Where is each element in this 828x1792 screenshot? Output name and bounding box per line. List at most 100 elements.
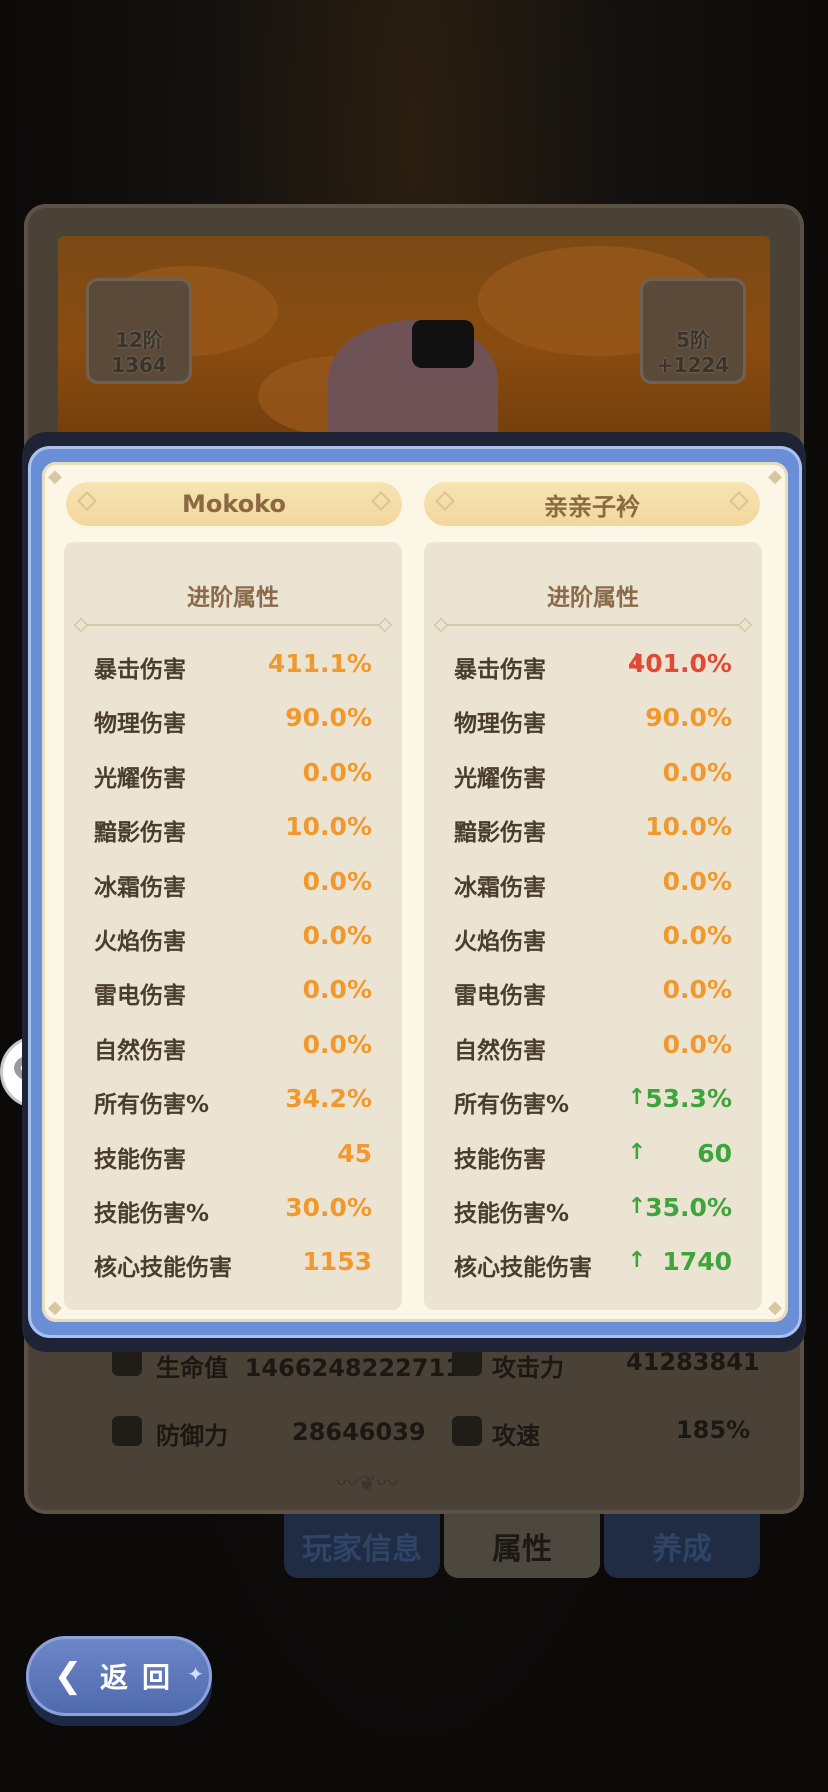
- right-stat-row: 雷电伤害 0.0%: [424, 964, 762, 1018]
- left-stat-label: 所有伤害%: [94, 1092, 210, 1119]
- sparkle-icon: ✦: [187, 1662, 204, 1686]
- weapon-slot-label: 12阶1364: [111, 328, 167, 377]
- left-stat-label: 冰霜伤害: [94, 874, 186, 901]
- right-stats-panel: 进阶属性 暴击伤害 ↓ 401.0% 物理伤害 90.0% 光耀伤害 0.0% 黯影伤害 10.…: [424, 542, 762, 1310]
- left-stat-value: 0.0%: [302, 866, 372, 896]
- left-stat-value: 90.0%: [285, 703, 372, 733]
- left-stat-label: 光耀伤害: [94, 765, 186, 792]
- right-stat-row: 光耀伤害 0.0%: [424, 747, 762, 801]
- right-stat-label: 核心技能伤害: [454, 1255, 592, 1282]
- left-stat-label: 技能伤害: [94, 1146, 186, 1173]
- left-stat-value: 45: [337, 1138, 372, 1168]
- right-stat-label: 技能伤害: [454, 1146, 546, 1173]
- defense-icon: [112, 1416, 142, 1446]
- right-stat-value: 0.0%: [662, 1029, 732, 1059]
- defense-value: 28646039: [292, 1418, 426, 1446]
- right-stat-value: 401.0%: [627, 649, 732, 678]
- left-stat-value: 30.0%: [285, 1193, 372, 1222]
- attack-speed-value: 185%: [676, 1416, 751, 1444]
- left-stat-value: 1153: [302, 1247, 372, 1277]
- ornament: 〰❦〰: [336, 1472, 399, 1497]
- attack-value: 41283841: [626, 1348, 760, 1376]
- character-hat: [412, 320, 474, 368]
- left-stat-row: 暴击伤害 411.1%: [64, 638, 402, 692]
- left-stat-label: 核心技能伤害: [94, 1255, 232, 1282]
- left-stat-value: 0.0%: [302, 975, 372, 1005]
- right-stat-row: 冰霜伤害 0.0%: [424, 856, 762, 910]
- left-section-title: 进阶属性: [187, 585, 279, 611]
- left-stats-panel: 进阶属性 暴击伤害 411.1% 物理伤害 90.0% 光耀伤害 0.0% 黯影伤害 10.0…: [64, 542, 402, 1310]
- right-player-name-plate: 亲亲子衿: [424, 482, 760, 526]
- right-stat-label: 所有伤害%: [454, 1092, 570, 1119]
- right-stat-value: 0.0%: [662, 921, 732, 950]
- right-stat-row: 火焰伤害 0.0%: [424, 910, 762, 964]
- right-stat-row: 技能伤害% ↑ 35.0%: [424, 1182, 762, 1236]
- left-stat-label: 暴击伤害: [94, 657, 186, 683]
- right-stat-value: 0.0%: [662, 866, 732, 896]
- left-stat-row: 光耀伤害 0.0%: [64, 747, 402, 801]
- left-stat-value: 34.2%: [285, 1084, 372, 1114]
- left-stat-label: 物理伤害: [94, 711, 186, 738]
- right-stat-row: 核心技能伤害 ↑ 1740: [424, 1236, 762, 1290]
- tab-player-info[interactable]: 玩家信息: [284, 1514, 440, 1578]
- left-stat-row: 火焰伤害 0.0%: [64, 910, 402, 964]
- tab-growth[interactable]: 养成: [604, 1514, 760, 1578]
- right-stat-value: 1740: [662, 1247, 732, 1277]
- right-stat-label: 光耀伤害: [454, 765, 546, 792]
- attack-label: 攻击力: [492, 1354, 564, 1382]
- left-stat-row: 冰霜伤害 0.0%: [64, 856, 402, 910]
- right-stat-label: 黯影伤害: [454, 820, 546, 847]
- right-stat-value: 90.0%: [645, 703, 732, 733]
- left-stat-row: 物理伤害 90.0%: [64, 692, 402, 746]
- arrow-up-icon: ↑: [627, 1194, 646, 1219]
- left-player-name-plate: Mokoko: [66, 482, 402, 526]
- divider: [82, 624, 384, 626]
- back-button[interactable]: ❮ 返回 ✦: [26, 1636, 212, 1716]
- left-stat-row: 黯影伤害 10.0%: [64, 801, 402, 855]
- right-stat-label: 物理伤害: [454, 711, 546, 738]
- armor-slot-label: 5阶+1224: [656, 328, 730, 377]
- left-stat-value: 411.1%: [267, 649, 372, 678]
- left-stat-label: 雷电伤害: [94, 983, 186, 1010]
- arrow-up-icon: ↑: [627, 1139, 646, 1165]
- left-player-name: Mokoko: [182, 490, 286, 518]
- right-stat-label: 雷电伤害: [454, 983, 546, 1010]
- right-stat-value: 35.0%: [645, 1193, 732, 1222]
- right-stat-row: 物理伤害 90.0%: [424, 692, 762, 746]
- armor-slot[interactable]: 5阶+1224: [640, 278, 746, 384]
- attack-speed-icon: [452, 1416, 482, 1446]
- left-stat-row: 自然伤害 0.0%: [64, 1019, 402, 1073]
- right-stat-row: 暴击伤害 ↓ 401.0%: [424, 638, 762, 692]
- back-arrow-icon: ❮: [53, 1656, 83, 1696]
- attack-speed-label: 攻速: [492, 1422, 540, 1450]
- right-stat-row: 所有伤害% ↑ 53.3%: [424, 1073, 762, 1127]
- right-stat-row: 技能伤害 ↑ 60: [424, 1128, 762, 1182]
- left-stat-label: 技能伤害%: [94, 1201, 210, 1227]
- back-button-label: 返回: [100, 1661, 185, 1694]
- arrow-up-icon: ↑: [627, 1248, 646, 1274]
- right-stat-label: 暴击伤害: [454, 657, 546, 683]
- right-stat-label: 火焰伤害: [454, 929, 546, 955]
- tab-attributes[interactable]: 属性: [444, 1514, 600, 1578]
- right-stat-label: 自然伤害: [454, 1037, 546, 1064]
- right-stat-row: 黯影伤害 10.0%: [424, 801, 762, 855]
- right-stat-label: 冰霜伤害: [454, 874, 546, 901]
- left-stat-value: 0.0%: [302, 921, 372, 950]
- right-stat-value: 60: [697, 1138, 732, 1168]
- right-stat-label: 技能伤害%: [454, 1201, 570, 1227]
- left-stat-row: 雷电伤害 0.0%: [64, 964, 402, 1018]
- left-stat-row: 核心技能伤害 1153: [64, 1236, 402, 1290]
- hp-stat: 生命值 1466248222711: [156, 1354, 462, 1382]
- left-stat-label: 自然伤害: [94, 1037, 186, 1064]
- right-section-title: 进阶属性: [547, 585, 639, 611]
- left-stat-label: 黯影伤害: [94, 820, 186, 847]
- weapon-slot[interactable]: 12阶1364: [86, 278, 192, 384]
- left-stat-row: 技能伤害% 30.0%: [64, 1182, 402, 1236]
- left-stat-value: 10.0%: [285, 812, 372, 842]
- left-stat-label: 火焰伤害: [94, 929, 186, 955]
- right-stat-value: 0.0%: [662, 975, 732, 1005]
- right-stat-row: 自然伤害 0.0%: [424, 1019, 762, 1073]
- right-stat-value: 0.0%: [662, 757, 732, 787]
- right-stat-value: 53.3%: [645, 1084, 732, 1114]
- right-stat-value: 10.0%: [645, 812, 732, 842]
